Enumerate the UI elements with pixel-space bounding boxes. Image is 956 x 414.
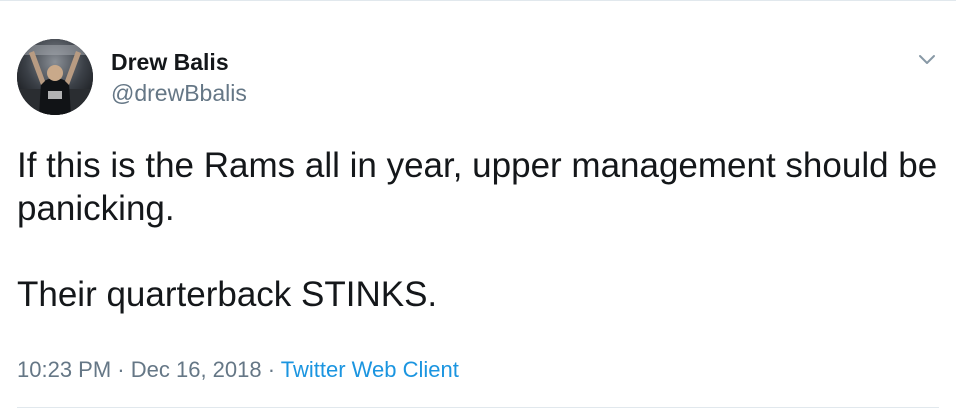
chevron-down-icon[interactable] <box>912 45 942 75</box>
tweet-source-link[interactable]: Twitter Web Client <box>281 357 459 382</box>
tweet-time[interactable]: 10:23 PM <box>17 357 111 382</box>
meta-separator: · <box>261 357 281 382</box>
tweet-text: If this is the Rams all in year, upper m… <box>17 146 938 314</box>
meta-separator: · <box>111 357 131 382</box>
tweet-card: Drew Balis @drewBbalis If this is the Ra… <box>0 0 956 414</box>
tweet-date[interactable]: Dec 16, 2018 <box>131 357 262 382</box>
avatar[interactable] <box>17 39 93 115</box>
author-handle[interactable]: @drewBbalis <box>111 79 247 107</box>
tweet-metadata: 10:23 PM · Dec 16, 2018 · Twitter Web Cl… <box>17 356 459 384</box>
avatar-image <box>17 39 93 115</box>
divider <box>17 407 939 408</box>
author-name[interactable]: Drew Balis <box>111 48 229 76</box>
